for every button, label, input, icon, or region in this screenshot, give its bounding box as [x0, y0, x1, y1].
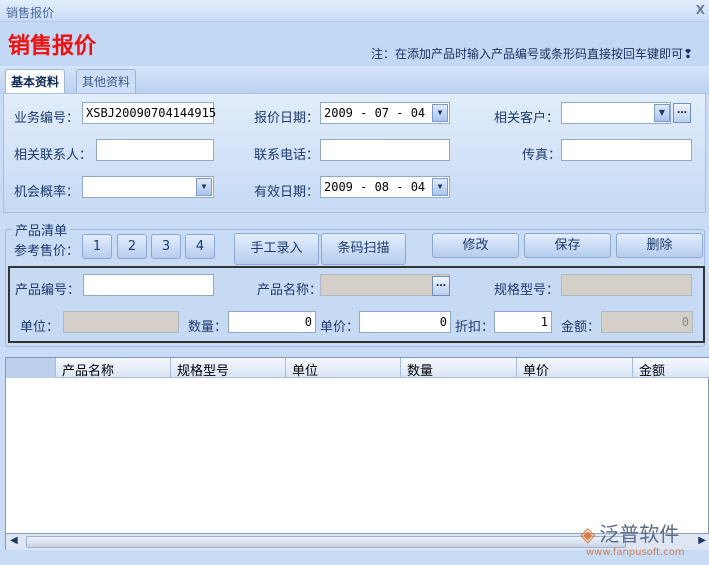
ref-price-2-button[interactable]: 2	[117, 234, 147, 259]
title-bar: 销售报价 X	[0, 0, 709, 22]
product-name-input[interactable]	[320, 274, 450, 296]
col-price[interactable]: 单价	[517, 358, 633, 379]
select-all-corner[interactable]	[6, 358, 56, 378]
valid-date-picker[interactable]: 2009 - 08 - 04 ▼	[320, 176, 450, 198]
quote-date-label: 报价日期：	[254, 111, 320, 126]
price-label: 单价：	[320, 320, 360, 335]
grid-header: 产品名称 规格型号 单位 数量 单价 金额	[6, 358, 709, 379]
product-browse-button[interactable]: …	[432, 276, 450, 296]
name-label: 产品名称：	[257, 283, 323, 298]
chevron-down-icon[interactable]: ▼	[432, 104, 448, 122]
barcode-scan-button[interactable]: 条码扫描	[321, 233, 406, 265]
col-qty[interactable]: 数量	[401, 358, 517, 379]
scroll-thumb[interactable]	[26, 536, 626, 548]
col-unit[interactable]: 单位	[286, 358, 401, 379]
spec-input[interactable]	[561, 274, 692, 296]
valid-date-value: 2009 - 08 - 04	[324, 180, 426, 194]
fax-input[interactable]	[561, 139, 692, 161]
unit-input[interactable]	[63, 311, 179, 333]
tab-bar: 基本资料 其他资料	[0, 66, 709, 94]
ref-price-4-button[interactable]: 4	[185, 234, 215, 259]
save-button[interactable]: 保存	[524, 233, 611, 258]
col-spec[interactable]: 规格型号	[171, 358, 286, 379]
contact-label: 相关联系人：	[14, 148, 93, 163]
scroll-left-icon[interactable]: ◀	[10, 535, 18, 546]
tab-basic[interactable]: 基本资料	[5, 69, 66, 94]
ref-price-1-button[interactable]: 1	[82, 234, 112, 259]
chevron-down-icon[interactable]: ▼	[654, 104, 670, 122]
biz-no-input[interactable]: XSBJ20090704144915	[82, 102, 216, 124]
ref-price-3-button[interactable]: 3	[151, 234, 181, 259]
contact-input[interactable]	[96, 139, 214, 161]
discount-label: 折扣：	[455, 320, 495, 335]
watermark-logo: ◈ 泛普软件 www.fanpusoft.com	[580, 518, 685, 558]
logo-icon: ◈	[580, 522, 596, 546]
delete-button[interactable]: 删除	[616, 233, 703, 258]
tab-other[interactable]: 其他资料	[76, 69, 137, 94]
amount-input[interactable]: 0	[601, 311, 693, 333]
quote-date-value: 2009 - 07 - 04	[324, 106, 426, 120]
col-name[interactable]: 产品名称	[56, 358, 171, 379]
code-label: 产品编号：	[15, 283, 81, 298]
product-group-title: 产品清单	[12, 220, 71, 239]
window-title: 销售报价	[6, 6, 55, 20]
chevron-down-icon[interactable]: ▼	[432, 178, 448, 196]
product-code-input[interactable]	[83, 274, 214, 296]
valid-date-label: 有效日期：	[254, 185, 320, 200]
discount-input[interactable]: 1	[494, 311, 552, 333]
col-amount[interactable]: 金额	[633, 358, 709, 379]
phone-input[interactable]	[320, 139, 450, 161]
close-button[interactable]: X	[696, 3, 705, 17]
manual-entry-button[interactable]: 手工录入	[234, 233, 319, 265]
qty-input[interactable]: 0	[228, 311, 316, 333]
fax-label: 传真：	[522, 148, 562, 163]
price-input[interactable]: 0	[359, 311, 451, 333]
prob-label: 机会概率：	[14, 185, 80, 200]
spec-label: 规格型号：	[494, 283, 560, 298]
prob-select[interactable]: ▼	[82, 176, 214, 198]
phone-label: 联系电话：	[254, 148, 320, 163]
edit-button[interactable]: 修改	[432, 233, 519, 258]
customer-browse-button[interactable]: …	[673, 103, 691, 123]
watermark-url: www.fanpusoft.com	[586, 547, 685, 558]
ref-price-label: 参考售价：	[14, 244, 80, 259]
quote-date-picker[interactable]: 2009 - 07 - 04 ▼	[320, 102, 450, 124]
hint-note: 注：在添加产品时输入产品编号或条形码直接按回车键即可❢	[370, 47, 693, 61]
customer-label: 相关客户：	[494, 111, 560, 126]
page-title: 销售报价	[8, 34, 97, 59]
qty-label: 数量：	[188, 320, 228, 335]
scroll-right-icon[interactable]: ▶	[698, 535, 706, 546]
watermark-brand: 泛普软件	[599, 522, 680, 546]
chevron-down-icon[interactable]: ▼	[196, 178, 212, 196]
amount-label: 金额：	[561, 320, 601, 335]
biz-no-label: 业务编号：	[14, 111, 80, 126]
unit-label: 单位：	[20, 320, 60, 335]
header: 销售报价 注：在添加产品时输入产品编号或条形码直接按回车键即可❢	[0, 22, 709, 66]
